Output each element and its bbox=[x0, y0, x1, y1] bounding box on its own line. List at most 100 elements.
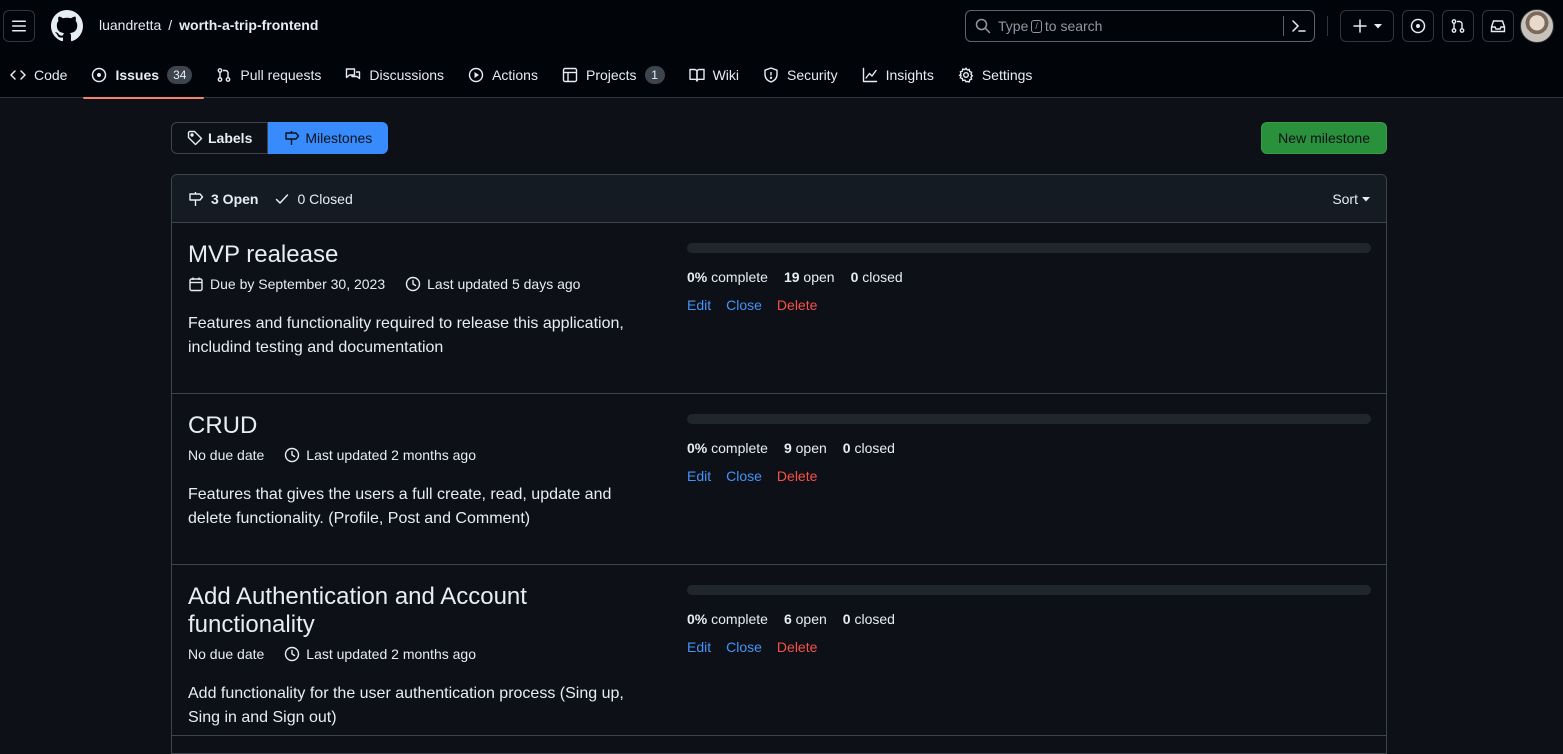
milestone-info: MVP realease Due by September 30, 2023 L… bbox=[188, 241, 658, 360]
percent-complete: 0% complete bbox=[687, 440, 768, 456]
tab-wiki-label: Wiki bbox=[712, 67, 739, 83]
tab-discussions[interactable]: Discussions bbox=[345, 52, 456, 98]
labels-tab[interactable]: Labels bbox=[171, 122, 269, 154]
closed-filter[interactable]: 0 Closed bbox=[274, 190, 353, 207]
tab-security[interactable]: Security bbox=[763, 52, 850, 98]
closed-issues-count[interactable]: 0 closed bbox=[843, 440, 895, 456]
milestone-progress-section: 0% complete 6 open 0 closed Edit Close D… bbox=[687, 585, 1371, 655]
menu-button[interactable] bbox=[3, 10, 35, 42]
github-logo-icon[interactable] bbox=[51, 10, 83, 42]
open-value: 9 bbox=[783, 440, 792, 456]
command-palette-button[interactable] bbox=[1284, 18, 1314, 34]
inbox-button[interactable] bbox=[1482, 10, 1514, 42]
search-placeholder-suffix: to search bbox=[1044, 18, 1103, 34]
milestone-title[interactable]: Add Authentication and Account functiona… bbox=[188, 583, 658, 639]
tab-issues[interactable]: Issues 34 bbox=[83, 52, 205, 99]
close-milestone-link[interactable]: Close bbox=[726, 468, 762, 484]
tab-insights[interactable]: Insights bbox=[862, 52, 946, 98]
repo-owner-link[interactable]: luandretta bbox=[99, 17, 161, 33]
tab-code-label: Code bbox=[34, 67, 68, 83]
sort-label: Sort bbox=[1332, 190, 1358, 207]
open-value: 6 bbox=[783, 611, 792, 627]
tab-discussions-label: Discussions bbox=[369, 67, 445, 83]
clock-icon bbox=[285, 447, 300, 463]
percent-value: 0% bbox=[687, 440, 708, 456]
sort-dropdown[interactable]: Sort bbox=[1332, 191, 1370, 207]
percent-label: complete bbox=[711, 611, 768, 627]
milestones-tab-label: Milestones bbox=[305, 130, 373, 146]
edit-milestone-link[interactable]: Edit bbox=[687, 639, 711, 655]
open-filter-label: 3 Open bbox=[211, 190, 259, 207]
close-milestone-link[interactable]: Close bbox=[726, 639, 762, 655]
top-bar: luandretta / worth-a-trip-frontend Type … bbox=[0, 0, 1563, 52]
delete-milestone-link[interactable]: Delete bbox=[777, 468, 817, 484]
open-filter[interactable]: 3 Open bbox=[188, 191, 258, 207]
closed-value: 0 bbox=[842, 440, 851, 456]
pull-requests-button[interactable] bbox=[1442, 10, 1474, 42]
milestone-last-updated: Last updated 2 months ago bbox=[306, 447, 476, 463]
issue-opened-icon bbox=[1410, 18, 1426, 34]
tag-icon bbox=[187, 130, 203, 146]
repo-nav: Code Issues 34 Pull requests Discussions… bbox=[0, 52, 1056, 99]
tab-settings[interactable]: Settings bbox=[958, 52, 1045, 98]
milestone-description: Features that gives the users a full cre… bbox=[188, 486, 612, 527]
milestone-title[interactable]: MVP realease bbox=[188, 241, 658, 269]
edit-milestone-link[interactable]: Edit bbox=[687, 468, 711, 484]
milestone-actions: Edit Close Delete bbox=[687, 297, 1371, 313]
code-icon bbox=[10, 70, 26, 80]
user-avatar[interactable] bbox=[1520, 9, 1554, 43]
open-issues-count[interactable]: 6 open bbox=[784, 611, 827, 627]
milestones-content: Labels Milestones New milestone 3 Open 0… bbox=[171, 122, 1387, 754]
milestone-meta: No due date Last updated 2 months ago bbox=[188, 646, 658, 662]
percent-label: complete bbox=[711, 440, 768, 456]
new-milestone-button[interactable]: New milestone bbox=[1261, 122, 1387, 154]
tab-wiki[interactable]: Wiki bbox=[688, 52, 751, 98]
closed-value: 0 bbox=[842, 611, 851, 627]
plus-icon bbox=[1353, 19, 1367, 33]
search-shortcut-key: / bbox=[1031, 19, 1042, 33]
milestone-title[interactable]: CRUD bbox=[188, 412, 658, 440]
issues-count-badge: 34 bbox=[167, 66, 193, 84]
tab-settings-label: Settings bbox=[981, 67, 1033, 83]
triangle-down-icon bbox=[1362, 196, 1370, 201]
search-input[interactable]: Type / to search bbox=[965, 10, 1315, 42]
milestone-progress-section: 0% complete 19 open 0 closed Edit Close … bbox=[687, 243, 1371, 313]
tab-projects[interactable]: Projects 1 bbox=[562, 52, 677, 98]
tab-pull-requests-label: Pull requests bbox=[240, 67, 322, 83]
search-icon bbox=[975, 18, 991, 34]
tab-code[interactable]: Code bbox=[10, 52, 79, 98]
open-issues-count[interactable]: 9 open bbox=[784, 440, 827, 456]
milestone-icon bbox=[285, 131, 300, 145]
closed-issues-count[interactable]: 0 closed bbox=[851, 269, 903, 285]
edit-milestone-link[interactable]: Edit bbox=[687, 297, 711, 313]
terminal-icon bbox=[1292, 20, 1306, 32]
gear-icon bbox=[958, 67, 974, 83]
progress-bar bbox=[687, 414, 1371, 424]
tab-pull-requests[interactable]: Pull requests bbox=[216, 52, 333, 98]
closed-label: closed bbox=[862, 269, 903, 285]
repo-name-link[interactable]: worth-a-trip-frontend bbox=[179, 17, 318, 33]
milestone-item: Add Authentication and Account functiona… bbox=[172, 565, 1386, 736]
open-issues-count[interactable]: 19 open bbox=[784, 269, 835, 285]
open-label: open bbox=[795, 611, 827, 627]
milestone-item: CRUD No due date Last updated 2 months a… bbox=[172, 394, 1386, 565]
search-placeholder: Type / to search bbox=[998, 18, 1283, 34]
close-milestone-link[interactable]: Close bbox=[726, 297, 762, 313]
milestone-info: CRUD No due date Last updated 2 months a… bbox=[188, 412, 658, 531]
milestone-progress-section: 0% complete 9 open 0 closed Edit Close D… bbox=[687, 414, 1371, 484]
delete-milestone-link[interactable]: Delete bbox=[777, 297, 817, 313]
closed-value: 0 bbox=[850, 269, 859, 285]
closed-filter-label: 0 Closed bbox=[297, 190, 353, 207]
tab-actions[interactable]: Actions bbox=[468, 52, 550, 98]
play-icon bbox=[468, 67, 484, 83]
milestones-tab[interactable]: Milestones bbox=[268, 122, 389, 154]
delete-milestone-link[interactable]: Delete bbox=[777, 639, 817, 655]
percent-label: complete bbox=[711, 269, 768, 285]
milestone-actions: Edit Close Delete bbox=[687, 639, 1371, 655]
closed-issues-count[interactable]: 0 closed bbox=[843, 611, 895, 627]
issues-button[interactable] bbox=[1402, 10, 1434, 42]
hamburger-icon bbox=[12, 20, 26, 32]
milestone-description: Add functionality for the user authentic… bbox=[188, 685, 624, 726]
closed-label: closed bbox=[854, 611, 895, 627]
create-new-button[interactable] bbox=[1340, 10, 1394, 42]
